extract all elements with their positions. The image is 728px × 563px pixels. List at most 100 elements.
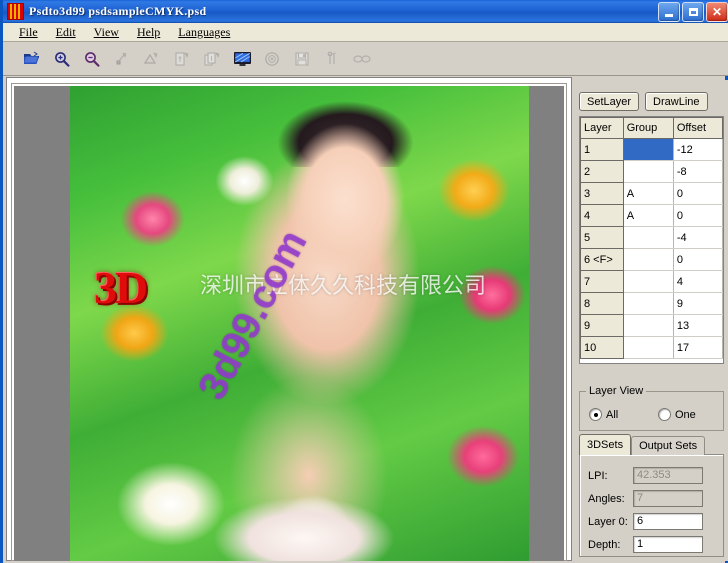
field-row-angles: Angles: 7	[588, 490, 703, 507]
table-header-row: Layer Group Offset	[581, 118, 723, 139]
table-row[interactable]: 7 4	[581, 271, 723, 293]
cell-offset[interactable]: 9	[673, 293, 722, 315]
menu-label-file: File	[19, 25, 38, 39]
radio-dot-all	[589, 408, 602, 421]
label-angles: Angles:	[588, 493, 633, 505]
field-row-depth: Depth: 1	[588, 536, 703, 553]
disc-icon	[257, 46, 287, 72]
set-layer-button[interactable]: SetLayer	[579, 92, 639, 111]
radio-layer-view-one[interactable]: One	[658, 408, 696, 421]
tab-output-sets[interactable]: Output Sets	[631, 436, 705, 455]
panel-mode-buttons: SetLayer DrawLine	[579, 92, 708, 111]
table-row[interactable]: 5 -4	[581, 227, 723, 249]
radio-label-all: All	[606, 409, 618, 421]
window-controls: ✕	[658, 2, 728, 22]
cell-layer[interactable]: 10	[581, 337, 624, 359]
zoom-out-icon[interactable]	[77, 46, 107, 72]
cell-group[interactable]	[623, 139, 673, 161]
minimize-button[interactable]	[658, 2, 680, 22]
table-row[interactable]: 9 13	[581, 315, 723, 337]
shape-edit-icon	[137, 46, 167, 72]
cell-layer[interactable]: 8	[581, 293, 624, 315]
maximize-button[interactable]	[682, 2, 704, 22]
cell-group[interactable]	[623, 293, 673, 315]
table-row[interactable]: 1 -12	[581, 139, 723, 161]
cell-offset[interactable]: -8	[673, 161, 722, 183]
input-layer0[interactable]: 6	[633, 513, 703, 530]
menu-item-view[interactable]: View	[94, 25, 119, 40]
table-row[interactable]: 2 -8	[581, 161, 723, 183]
layer-view-groupbox: Layer View All One	[579, 391, 724, 431]
label-layer0: Layer 0:	[588, 516, 633, 528]
cell-group[interactable]	[623, 337, 673, 359]
single-page-icon	[167, 46, 197, 72]
menu-label-languages: Languages	[178, 25, 230, 39]
input-lpi[interactable]: 42.353	[633, 467, 703, 484]
cell-layer[interactable]: 4	[581, 205, 624, 227]
menu-item-help[interactable]: Help	[137, 25, 160, 40]
layer-grid[interactable]: Layer Group Offset 1 -12 2 -8	[579, 116, 724, 364]
cell-offset[interactable]: 0	[673, 183, 722, 205]
cell-offset[interactable]: -4	[673, 227, 722, 249]
radio-layer-view-all[interactable]: All	[589, 408, 618, 421]
cell-layer[interactable]: 3	[581, 183, 624, 205]
column-header-layer[interactable]: Layer	[581, 118, 624, 139]
window-title: Psdto3d99 psdsampleCMYK.psd	[29, 4, 206, 19]
cell-layer[interactable]: 2	[581, 161, 624, 183]
menu-item-edit[interactable]: Edit	[56, 25, 76, 40]
cell-layer[interactable]: 6 <F>	[581, 249, 624, 271]
cell-group[interactable]	[623, 227, 673, 249]
cell-offset[interactable]: -12	[673, 139, 722, 161]
zoom-in-icon[interactable]	[47, 46, 77, 72]
label-depth: Depth:	[588, 539, 633, 551]
title-bar: Psdto3d99 psdsampleCMYK.psd ✕	[3, 0, 728, 23]
input-depth[interactable]: 1	[633, 536, 703, 553]
open-file-icon[interactable]	[17, 46, 47, 72]
cell-group[interactable]: A	[623, 205, 673, 227]
column-header-offset[interactable]: Offset	[673, 118, 722, 139]
table-row[interactable]: 4 A 0	[581, 205, 723, 227]
cell-layer[interactable]: 7	[581, 271, 624, 293]
settings-tab-body: LPI: 42.353 Angles: 7 Layer 0: 6 Depth: …	[579, 454, 724, 557]
draw-line-button[interactable]: DrawLine	[645, 92, 707, 111]
point-edit-icon	[107, 46, 137, 72]
radio-dot-one	[658, 408, 671, 421]
image-dress-region	[208, 485, 401, 561]
glasses-icon	[347, 46, 377, 72]
cell-group[interactable]	[623, 249, 673, 271]
table-row[interactable]: 10 17	[581, 337, 723, 359]
cell-group[interactable]	[623, 271, 673, 293]
menu-bar: File Edit View Help Languages	[3, 23, 728, 42]
cell-layer[interactable]: 9	[581, 315, 624, 337]
table-row[interactable]: 6 <F> 0	[581, 249, 723, 271]
cell-offset[interactable]: 4	[673, 271, 722, 293]
cell-layer[interactable]: 5	[581, 227, 624, 249]
menu-item-file[interactable]: File	[19, 25, 38, 40]
logo-3d-text: 3D	[94, 261, 146, 314]
cell-offset[interactable]: 0	[673, 249, 722, 271]
cell-offset[interactable]: 13	[673, 315, 722, 337]
menu-label-edit: Edit	[56, 25, 76, 39]
psd-image-preview[interactable]: 3D 深圳市立体久久科技有限公司 3d99.com	[70, 86, 529, 561]
cell-group[interactable]	[623, 315, 673, 337]
table-row[interactable]: 8 9	[581, 293, 723, 315]
cell-offset[interactable]: 17	[673, 337, 722, 359]
cell-group[interactable]: A	[623, 183, 673, 205]
cell-layer[interactable]: 1	[581, 139, 624, 161]
table-row[interactable]: 3 A 0	[581, 183, 723, 205]
close-button[interactable]: ✕	[706, 2, 728, 22]
label-lpi: LPI:	[588, 470, 633, 482]
cell-group[interactable]	[623, 161, 673, 183]
application-window: Psdto3d99 psdsampleCMYK.psd ✕ File Edit …	[0, 0, 728, 563]
right-panel: SetLayer DrawLine Layer Group Offset 1	[575, 80, 728, 561]
field-row-lpi: LPI: 42.353	[588, 467, 703, 484]
save-icon	[287, 46, 317, 72]
tab-3dsets[interactable]: 3DSets	[579, 434, 631, 455]
multi-page-icon	[197, 46, 227, 72]
menu-item-languages[interactable]: Languages	[178, 25, 230, 40]
radio-label-one: One	[675, 409, 696, 421]
input-angles[interactable]: 7	[633, 490, 703, 507]
column-header-group[interactable]: Group	[623, 118, 673, 139]
cell-offset[interactable]: 0	[673, 205, 722, 227]
preview-monitor-icon[interactable]	[227, 46, 257, 72]
